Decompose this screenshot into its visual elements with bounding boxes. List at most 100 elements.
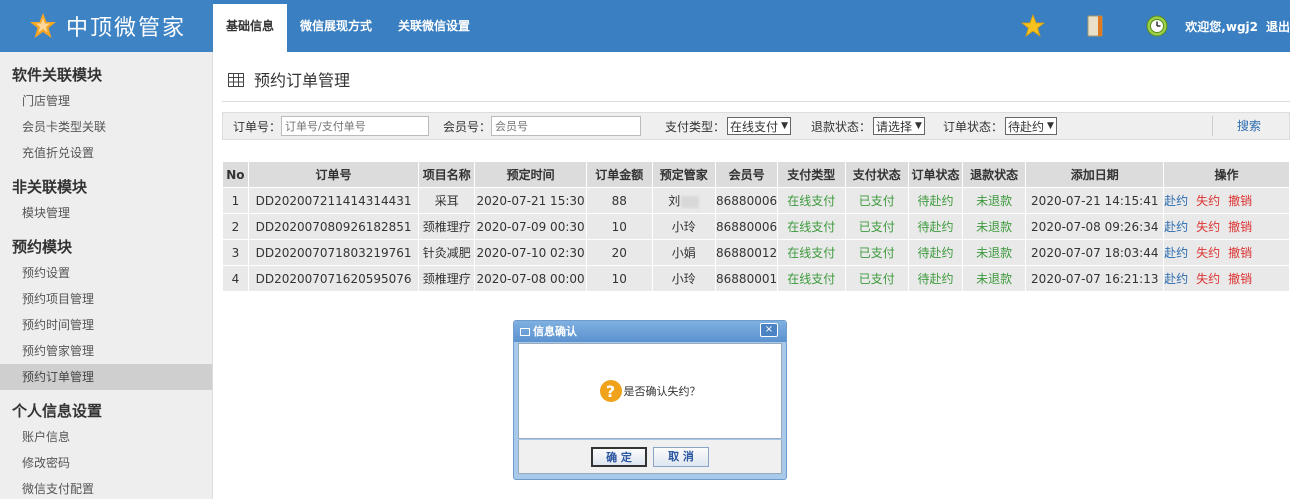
cell-keeper: 小玲 bbox=[651, 213, 717, 240]
cell-added-date: 2020-07-08 09:26:34 bbox=[1025, 213, 1165, 240]
cell-order-no: DD202007071803219761 bbox=[247, 239, 420, 266]
sidebar-item-recharge[interactable]: 充值折兑设置 bbox=[0, 140, 212, 166]
order-no-input[interactable] bbox=[281, 116, 430, 136]
confirm-cancel-button[interactable]: 取 消 bbox=[653, 446, 709, 467]
sidebar-section-booking: 预约模块 bbox=[12, 238, 73, 256]
cell-added-date: 2020-07-07 18:03:44 bbox=[1025, 239, 1165, 266]
welcome-text: 欢迎您,wgj2 bbox=[1185, 19, 1258, 34]
tab-wechat-link-settings[interactable]: 关联微信设置 bbox=[385, 0, 483, 52]
pay-type-select[interactable]: 在线支付 ▼ bbox=[727, 117, 791, 135]
star-logo-icon bbox=[28, 11, 58, 41]
cell-keeper: 刘 bbox=[651, 187, 717, 214]
cancel-link[interactable]: 撤销 bbox=[1228, 220, 1252, 234]
sidebar-item-booking-orders[interactable]: 预约订单管理 bbox=[0, 364, 212, 390]
sidebar-item-booking-keepers[interactable]: 预约管家管理 bbox=[0, 338, 212, 364]
no-show-link[interactable]: 失约 bbox=[1196, 272, 1220, 286]
sidebar-section-software: 软件关联模块 bbox=[12, 66, 103, 84]
tab-basic-info[interactable]: 基础信息 bbox=[213, 4, 288, 52]
cell-amount: 10 bbox=[586, 213, 653, 240]
sidebar-item-account-info[interactable]: 账户信息 bbox=[0, 424, 212, 450]
cell-project: 颈椎理疗 bbox=[418, 265, 476, 292]
sidebar-item-booking-times[interactable]: 预约时间管理 bbox=[0, 312, 212, 338]
cell-order-no: DD202007080926182851 bbox=[247, 213, 420, 240]
sidebar: 软件关联模块 门店管理 会员卡类型关联 充值折兑设置 非关联模块 模块管理 预约… bbox=[0, 52, 213, 499]
attend-link[interactable]: 赴约 bbox=[1165, 246, 1189, 260]
cell-amount: 10 bbox=[586, 265, 653, 292]
top-right-area: 欢迎您,wgj2 退出 bbox=[991, 0, 1290, 52]
cell-added-date: 2020-07-21 14:15:41 bbox=[1025, 187, 1165, 214]
question-icon: ? bbox=[599, 380, 622, 402]
col-order-no: 订单号 bbox=[247, 161, 420, 188]
no-show-link[interactable]: 失约 bbox=[1196, 246, 1220, 260]
order-status-select[interactable]: 待赴约 ▼ bbox=[1004, 117, 1057, 135]
top-bar: 中顶微管家 基础信息 微信展现方式 关联微信设置 欢迎您,wgj2 退出 bbox=[0, 0, 1290, 52]
brand-logo[interactable]: 中顶微管家 bbox=[0, 0, 213, 52]
confirm-ok-button[interactable]: 确 定 bbox=[591, 446, 647, 467]
search-button[interactable]: 搜索 bbox=[1219, 116, 1279, 136]
cell-no: 1 bbox=[222, 187, 249, 214]
cancel-link[interactable]: 撤销 bbox=[1228, 246, 1252, 260]
col-amount: 订单金额 bbox=[586, 161, 653, 188]
sidebar-item-module-manage[interactable]: 模块管理 bbox=[0, 200, 212, 226]
cell-actions: 赴约 失约 撤销 bbox=[1163, 213, 1290, 240]
col-book-time: 预定时间 bbox=[474, 161, 588, 188]
cancel-link[interactable]: 撤销 bbox=[1228, 272, 1252, 286]
notebook-icon[interactable] bbox=[1075, 0, 1115, 52]
pay-type-label: 支付类型： bbox=[665, 119, 726, 134]
sidebar-item-booking-projects[interactable]: 预约项目管理 bbox=[0, 286, 212, 312]
sidebar-item-store-manage[interactable]: 门店管理 bbox=[0, 88, 212, 114]
cell-book-time: 2020-07-08 00:00 bbox=[474, 265, 588, 292]
sidebar-item-wechat-pay[interactable]: 微信支付配置 bbox=[0, 476, 212, 499]
close-icon[interactable]: × bbox=[760, 323, 778, 337]
cell-pay-type: 在线支付 bbox=[777, 265, 846, 292]
member-no-input[interactable] bbox=[491, 116, 642, 136]
cell-order-status: 待赴约 bbox=[908, 213, 963, 240]
cell-actions: 赴约 失约 撤销 bbox=[1163, 265, 1290, 292]
cancel-link[interactable]: 撤销 bbox=[1228, 194, 1252, 208]
sidebar-section-non-linked: 非关联模块 bbox=[12, 178, 88, 196]
cell-added-date: 2020-07-07 16:21:13 bbox=[1025, 265, 1165, 292]
page-header: 预约订单管理 bbox=[228, 67, 350, 91]
chevron-down-icon: ▼ bbox=[1046, 121, 1054, 131]
refund-status-select[interactable]: 请选择 ▼ bbox=[873, 117, 925, 135]
no-show-link[interactable]: 失约 bbox=[1196, 194, 1220, 208]
attend-link[interactable]: 赴约 bbox=[1165, 194, 1189, 208]
attend-link[interactable]: 赴约 bbox=[1165, 272, 1189, 286]
redacted-blur bbox=[681, 195, 700, 208]
search-bar: 订单号： 会员号： 支付类型： 在线支付▼ 退款状态： 请选择▼ 订单状态： 待… bbox=[222, 112, 1290, 140]
sidebar-item-booking-settings[interactable]: 预约设置 bbox=[0, 260, 212, 286]
top-nav: 基础信息 微信展现方式 关联微信设置 bbox=[213, 0, 483, 52]
no-show-link[interactable]: 失约 bbox=[1196, 220, 1220, 234]
cell-pay-type: 在线支付 bbox=[777, 239, 846, 266]
table-row: 1 DD202007211414314431 采耳 2020-07-21 15:… bbox=[222, 187, 1290, 214]
table-row: 3 DD202007071803219761 针灸减肥 2020-07-10 0… bbox=[222, 239, 1290, 266]
col-refund-status: 退款状态 bbox=[961, 161, 1027, 188]
star-icon[interactable] bbox=[1013, 0, 1053, 52]
cell-pay-type: 在线支付 bbox=[777, 213, 846, 240]
clock-icon[interactable] bbox=[1137, 0, 1177, 52]
col-member: 会员号 bbox=[715, 161, 779, 188]
cell-project: 颈椎理疗 bbox=[418, 213, 476, 240]
table-grid-icon bbox=[228, 72, 244, 87]
logout-link[interactable]: 退出 bbox=[1266, 18, 1290, 35]
dialog-title-bar[interactable]: 信息确认 bbox=[514, 321, 786, 342]
cell-member: 86880006 bbox=[715, 187, 779, 214]
order-status-value: 待赴约 bbox=[1007, 119, 1044, 134]
dialog-body: ? 是否确认失约？ bbox=[518, 343, 782, 439]
cell-amount: 88 bbox=[586, 187, 653, 214]
cell-pay-status: 已支付 bbox=[844, 265, 910, 292]
cell-member: 86880006 bbox=[715, 213, 779, 240]
attend-link[interactable]: 赴约 bbox=[1165, 220, 1189, 234]
pay-type-value: 在线支付 bbox=[730, 119, 779, 134]
search-separator bbox=[1212, 116, 1213, 136]
cell-member: 86880012 bbox=[715, 239, 779, 266]
orders-table: No 订单号 项目名称 预定时间 订单金额 预定管家 会员号 支付类型 支付状态… bbox=[222, 161, 1290, 292]
sidebar-item-change-password[interactable]: 修改密码 bbox=[0, 450, 212, 476]
col-pay-status: 支付状态 bbox=[844, 161, 910, 188]
col-added-date: 添加日期 bbox=[1025, 161, 1165, 188]
sidebar-item-card-type[interactable]: 会员卡类型关联 bbox=[0, 114, 212, 140]
tab-wechat-display[interactable]: 微信展现方式 bbox=[287, 0, 385, 52]
cell-book-time: 2020-07-09 00:30 bbox=[474, 213, 588, 240]
member-no-label: 会员号： bbox=[443, 119, 492, 134]
cell-order-status: 待赴约 bbox=[908, 187, 963, 214]
